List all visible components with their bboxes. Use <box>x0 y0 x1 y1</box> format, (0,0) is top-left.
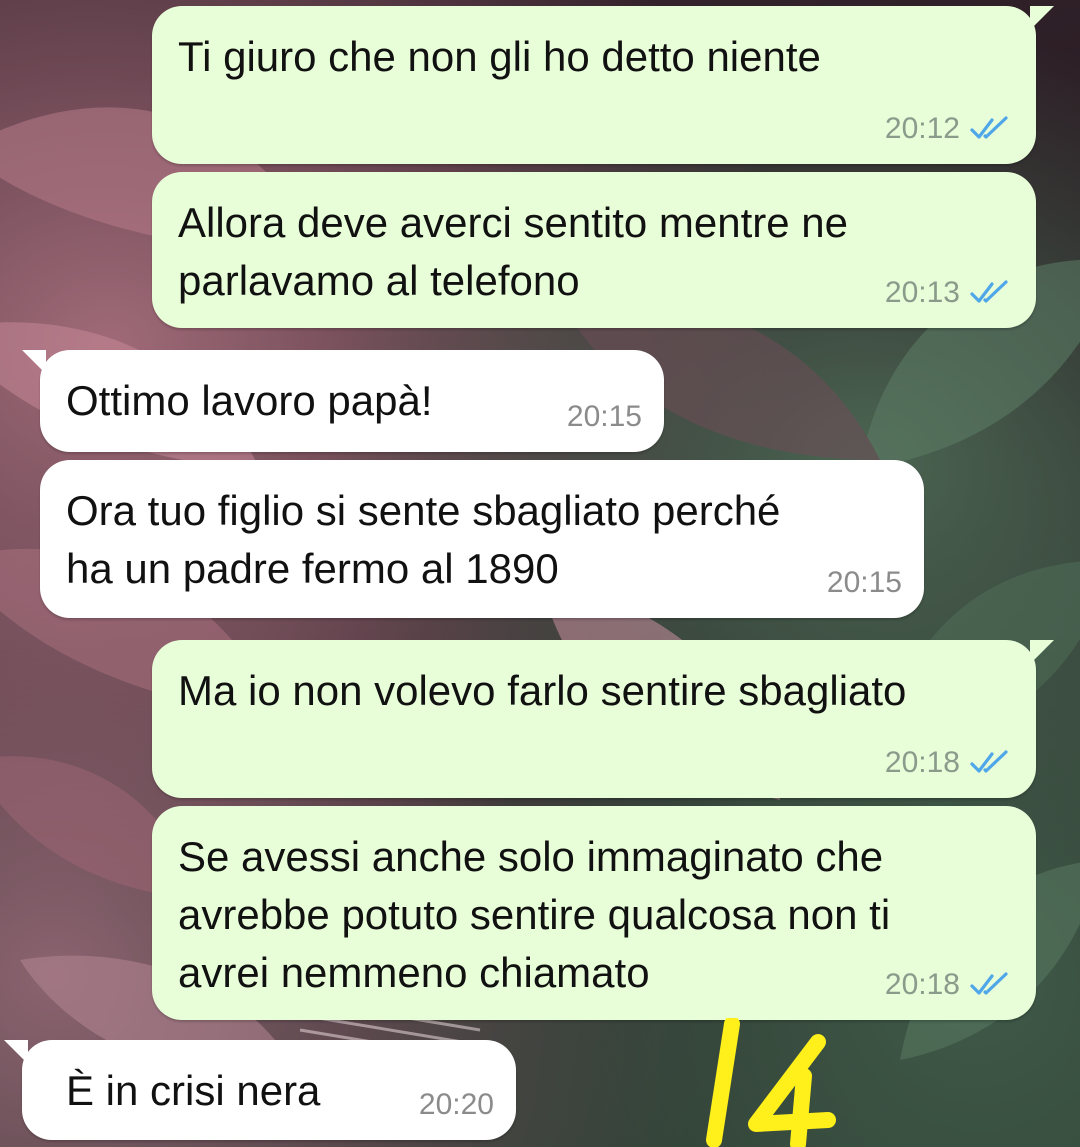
double-check-icon <box>970 280 1008 303</box>
message-text: È in crisi nera <box>66 1067 321 1114</box>
message-bubble-outgoing[interactable]: Se avessi anche solo immaginato che avre… <box>152 806 1036 1020</box>
handwritten-page-number <box>706 1018 836 1147</box>
message-time: 20:15 <box>826 566 902 599</box>
double-check-icon <box>970 116 1008 139</box>
message-bubble-outgoing[interactable]: Ti giuro che non gli ho detto niente 20:… <box>152 6 1054 164</box>
message-meta: 20:12 <box>885 112 1014 146</box>
message-text: Se avessi anche solo immaginato che avre… <box>178 833 891 996</box>
message-text: Ti giuro che non gli ho detto niente <box>178 33 821 80</box>
message-text: Ottimo lavoro papà! <box>66 377 433 424</box>
message-bubble-outgoing[interactable]: Ma io non volevo farlo sentire sbagliato… <box>152 640 1054 798</box>
double-check-icon <box>970 750 1008 773</box>
bubble-tail <box>1030 6 1054 30</box>
message-bubble-incoming[interactable]: È in crisi nera 20:20 <box>4 1040 516 1140</box>
message-bubble-outgoing[interactable]: Allora deve averci sentito mentre ne par… <box>152 172 1036 328</box>
bubble-tail <box>1030 640 1054 664</box>
message-meta: 20:18 <box>885 746 1014 780</box>
message-meta: 20:20 <box>419 1088 494 1122</box>
message-time: 20:15 <box>566 400 642 433</box>
message-meta: 20:18 <box>885 968 1014 1002</box>
message-meta: 20:15 <box>827 566 902 600</box>
bubble-tail <box>4 1040 28 1064</box>
message-time: 20:12 <box>884 112 960 145</box>
message-meta: 20:15 <box>567 400 642 434</box>
double-check-icon <box>970 972 1008 995</box>
message-time: 20:20 <box>418 1088 494 1121</box>
message-bubble-incoming[interactable]: Ora tuo figlio si sente sbagliato perché… <box>40 460 924 618</box>
message-time: 20:13 <box>884 276 960 309</box>
message-meta: 20:13 <box>885 276 1014 310</box>
message-bubble-incoming[interactable]: Ottimo lavoro papà! 20:15 <box>22 350 664 452</box>
message-text: Allora deve averci sentito mentre ne par… <box>178 199 849 304</box>
bubble-tail <box>22 350 46 374</box>
message-text: Ora tuo figlio si sente sbagliato perché… <box>66 487 781 592</box>
message-time: 20:18 <box>884 746 960 779</box>
message-time: 20:18 <box>884 968 960 1001</box>
message-text: Ma io non volevo farlo sentire sbagliato <box>178 667 907 714</box>
